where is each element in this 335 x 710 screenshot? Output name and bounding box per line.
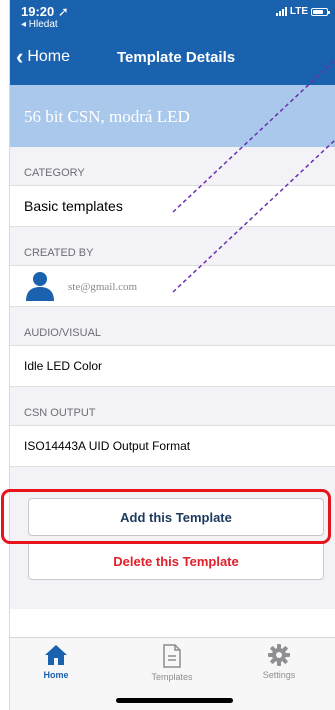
csn-output-row[interactable]: ISO14443A UID Output Format — [10, 425, 335, 467]
tab-settings-label: Settings — [262, 670, 296, 680]
document-icon — [163, 644, 181, 668]
location-arrow-icon: ➚ — [57, 4, 69, 19]
chevron-left-icon: ‹ — [16, 44, 24, 69]
battery-icon — [311, 7, 330, 16]
tab-bar: Home Templates Settings — [10, 637, 335, 710]
creator-email: ste@gmail.com — [68, 281, 138, 293]
page-title: Template Details — [117, 49, 236, 66]
delete-template-button[interactable]: Delete this Template — [28, 542, 324, 580]
back-button[interactable]: ‹ Home — [16, 44, 71, 69]
section-header-created-by: CREATED BY — [10, 227, 335, 265]
status-indicators: LTE — [275, 6, 330, 17]
network-type: LTE — [289, 6, 308, 17]
tab-settings[interactable]: Settings — [239, 644, 319, 680]
avatar-icon — [26, 272, 54, 301]
section-header-audio-visual: AUDIO/VISUAL — [10, 307, 335, 345]
template-name: 56 bit CSN, modrá LED — [24, 107, 190, 126]
back-label: Home — [27, 48, 71, 65]
navigation-bar: ‹ Home Template Details — [10, 33, 335, 85]
category-row: Basic templates — [10, 185, 335, 227]
status-time: 19:20 ➚ — [21, 4, 69, 19]
template-header-banner: 56 bit CSN, modrá LED — [10, 85, 335, 147]
section-header-csn-output: CSN OUTPUT — [10, 387, 335, 425]
created-by-row: ste@gmail.com — [10, 265, 335, 307]
tab-home-label: Home — [43, 670, 69, 680]
phone-screen: 19:20 ➚ ◂ Hledat LTE ‹ Home Template Det… — [9, 0, 335, 710]
audio-visual-row[interactable]: Idle LED Color — [10, 345, 335, 387]
home-icon — [45, 645, 67, 665]
status-back-link[interactable]: ◂ Hledat — [21, 19, 58, 30]
gear-icon — [268, 644, 290, 666]
tab-templates[interactable]: Templates — [132, 644, 212, 682]
section-header-category: CATEGORY — [10, 147, 335, 185]
signal-icon — [275, 7, 287, 16]
home-indicator — [116, 698, 233, 703]
highlight-annotation — [1, 489, 331, 544]
status-bar: 19:20 ➚ ◂ Hledat LTE — [10, 0, 335, 33]
category-value: Basic templates — [24, 198, 123, 214]
csn-output-value: ISO14443A UID Output Format — [24, 439, 191, 453]
audio-visual-value: Idle LED Color — [24, 359, 103, 373]
tab-templates-label: Templates — [151, 672, 193, 682]
tab-home[interactable]: Home — [16, 644, 96, 680]
